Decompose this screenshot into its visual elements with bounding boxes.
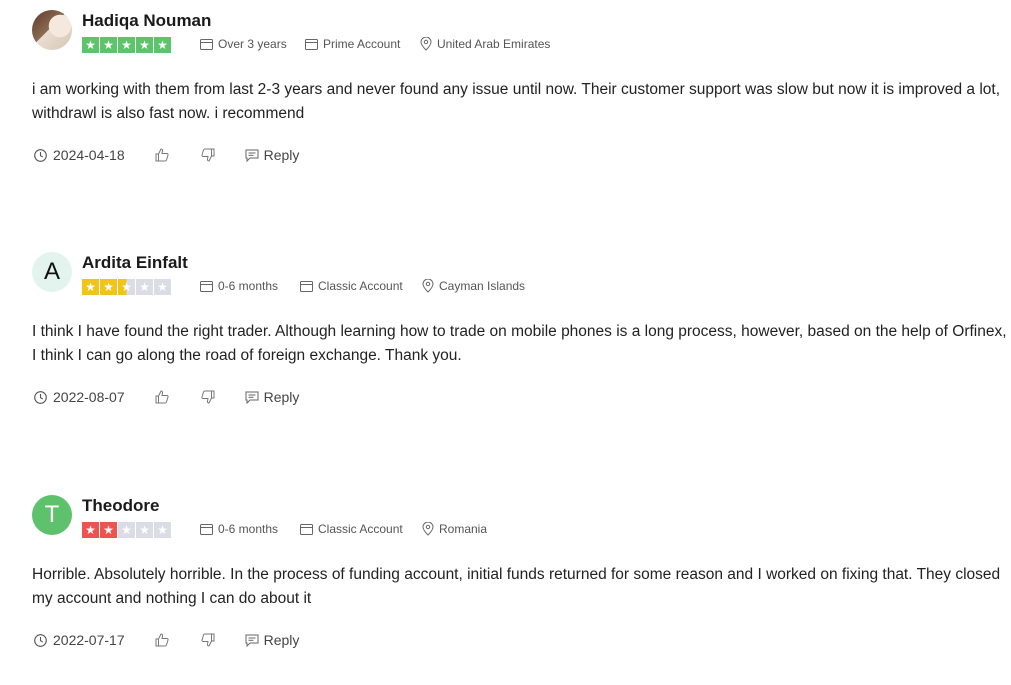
comment-icon [245,634,259,647]
review-card: Hadiqa Nouman ★ ★ ★ ★ ★ Over 3 years Prime A… [0,0,1011,200]
reply-button[interactable]: Reply [245,147,300,163]
account-meta: Prime Account [305,37,400,51]
review-text: i am working with them from last 2-3 yea… [32,81,1001,122]
location-label: Cayman Islands [439,279,526,293]
comment-icon [245,391,259,404]
reply-label: Reply [263,389,300,405]
star-icon: ★ [100,37,117,53]
avatar-letter: T [44,501,60,528]
account-card-icon [300,523,313,535]
reviewer-name[interactable]: Ardita Einfalt [82,253,188,273]
reply-button[interactable]: Reply [245,389,300,405]
card-icon [200,280,213,292]
dislike-button[interactable] [201,633,215,647]
location-label: United Arab Emirates [437,37,551,51]
clock-icon [34,148,47,162]
account-card-icon [300,280,313,292]
star-rating: ★ ★ ★ ★ ★ [82,279,171,295]
location-meta: Romania [422,522,487,536]
card-icon [200,523,213,535]
star-icon: ★ [154,37,171,53]
avatar[interactable]: T [32,495,72,535]
reviewer-name[interactable]: Theodore [82,496,159,516]
star-icon: ★ [118,37,135,53]
review-date: 2024-04-18 [34,147,125,163]
location-label: Romania [439,522,488,536]
star-icon: ★ [136,37,153,53]
location-meta: United Arab Emirates [420,37,550,51]
avatar[interactable] [32,10,72,50]
duration-meta: 0-6 months [200,279,278,293]
review-text: I think I have found the right trader. A… [32,323,1007,364]
star-icon: ★ [154,522,171,538]
star-rating: ★ ★ ★ ★ ★ [82,37,171,53]
avatar-letter: A [43,258,60,285]
dislike-button[interactable] [201,390,215,404]
star-icon: ★ [154,279,171,295]
review-actions: 2022-07-17 Reply [34,632,299,648]
location-meta: Cayman Islands [422,279,525,293]
clock-icon [34,390,47,404]
thumbs-down-icon [201,390,215,404]
reply-button[interactable]: Reply [245,632,300,648]
thumbs-up-icon [155,390,169,404]
date-label: 2022-07-17 [53,632,125,648]
date-label: 2024-04-18 [53,147,125,163]
duration-meta: Over 3 years [200,37,287,51]
reviewer-name[interactable]: Hadiqa Nouman [82,11,211,31]
star-icon: ★ [100,522,117,538]
review-date: 2022-08-07 [34,389,125,405]
location-pin-icon [422,279,434,293]
review-card: T Theodore ★ ★ ★ ★ ★ 0-6 months Classic Acco… [0,485,1011,685]
account-label: Classic Account [318,279,403,293]
star-icon: ★ [136,279,153,295]
review-actions: 2024-04-18 Reply [34,147,299,163]
duration-label: 0-6 months [218,279,279,293]
dislike-button[interactable] [201,148,215,162]
account-meta: Classic Account [300,279,403,293]
account-card-icon [305,38,318,50]
account-meta: Classic Account [300,522,403,536]
date-label: 2022-08-07 [53,389,125,405]
star-rating: ★ ★ ★ ★ ★ [82,522,171,538]
thumbs-down-icon [201,633,215,647]
card-icon [200,38,213,50]
thumbs-down-icon [201,148,215,162]
star-icon: ★ [118,279,135,295]
comment-icon [245,149,259,162]
account-label: Classic Account [318,522,403,536]
like-button[interactable] [155,633,169,647]
star-icon: ★ [82,522,99,538]
star-icon: ★ [82,37,99,53]
thumbs-up-icon [155,148,169,162]
account-label: Prime Account [323,37,401,51]
duration-label: Over 3 years [218,37,287,51]
like-button[interactable] [155,390,169,404]
location-pin-icon [422,522,434,536]
thumbs-up-icon [155,633,169,647]
reply-label: Reply [263,632,300,648]
star-icon: ★ [100,279,117,295]
clock-icon [34,633,47,647]
duration-meta: 0-6 months [200,522,278,536]
review-actions: 2022-08-07 Reply [34,389,299,405]
like-button[interactable] [155,148,169,162]
review-card: A Ardita Einfalt ★ ★ ★ ★ ★ 0-6 months Classi… [0,242,1011,442]
star-icon: ★ [118,522,135,538]
avatar[interactable]: A [32,252,72,292]
reply-label: Reply [263,147,300,163]
star-icon: ★ [136,522,153,538]
duration-label: 0-6 months [218,522,279,536]
review-text: Horrible. Absolutely horrible. In the pr… [32,566,1001,607]
star-icon: ★ [82,279,99,295]
review-date: 2022-07-17 [34,632,125,648]
location-pin-icon [420,37,432,51]
